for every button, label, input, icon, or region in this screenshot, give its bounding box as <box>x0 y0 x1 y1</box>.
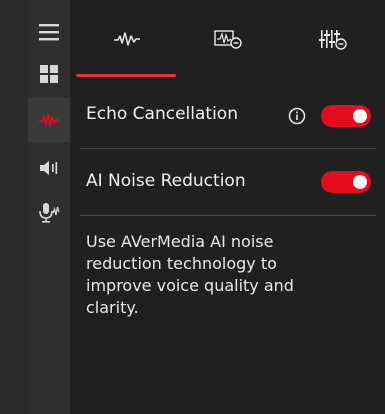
microphone-icon <box>39 203 60 223</box>
tab-voice-effects[interactable] <box>74 0 179 78</box>
echo-cancellation-row: Echo Cancellation <box>70 80 385 150</box>
equalizer-tab-icon <box>318 30 347 50</box>
tab-noise-filter[interactable] <box>175 0 280 78</box>
active-tab-indicator <box>76 74 176 77</box>
menu-button[interactable] <box>28 12 70 52</box>
waveform-tab-icon <box>113 32 140 46</box>
grid-icon <box>40 65 58 83</box>
voice-effects-button[interactable] <box>28 98 70 142</box>
speaker-button[interactable] <box>28 148 70 188</box>
toggle-knob <box>353 109 367 123</box>
menu-icon <box>39 24 59 41</box>
tab-equalizer[interactable] <box>280 0 385 78</box>
sidebar <box>28 0 70 414</box>
ai-noise-reduction-label: AI Noise Reduction <box>86 171 246 191</box>
info-circle-icon <box>288 107 306 125</box>
window-edge <box>0 0 28 414</box>
dashboard-button[interactable] <box>28 54 70 94</box>
toggle-knob <box>353 175 367 189</box>
tab-bar <box>70 0 385 78</box>
speaker-icon <box>40 161 58 175</box>
info-icon[interactable] <box>288 107 306 125</box>
waveform-icon <box>39 113 59 127</box>
ai-noise-reduction-toggle[interactable] <box>321 171 371 193</box>
ai-noise-reduction-description: Use AVerMedia AI noise reduction technol… <box>86 232 294 317</box>
divider <box>80 215 376 216</box>
main-panel: Echo Cancellation AI Noise Reduction Use… <box>70 0 385 414</box>
microphone-button[interactable] <box>28 192 70 232</box>
noise-filter-tab-icon <box>213 30 242 49</box>
ai-noise-reduction-row: AI Noise Reduction <box>70 149 385 219</box>
echo-cancellation-toggle[interactable] <box>321 105 371 127</box>
echo-cancellation-label: Echo Cancellation <box>86 104 238 124</box>
